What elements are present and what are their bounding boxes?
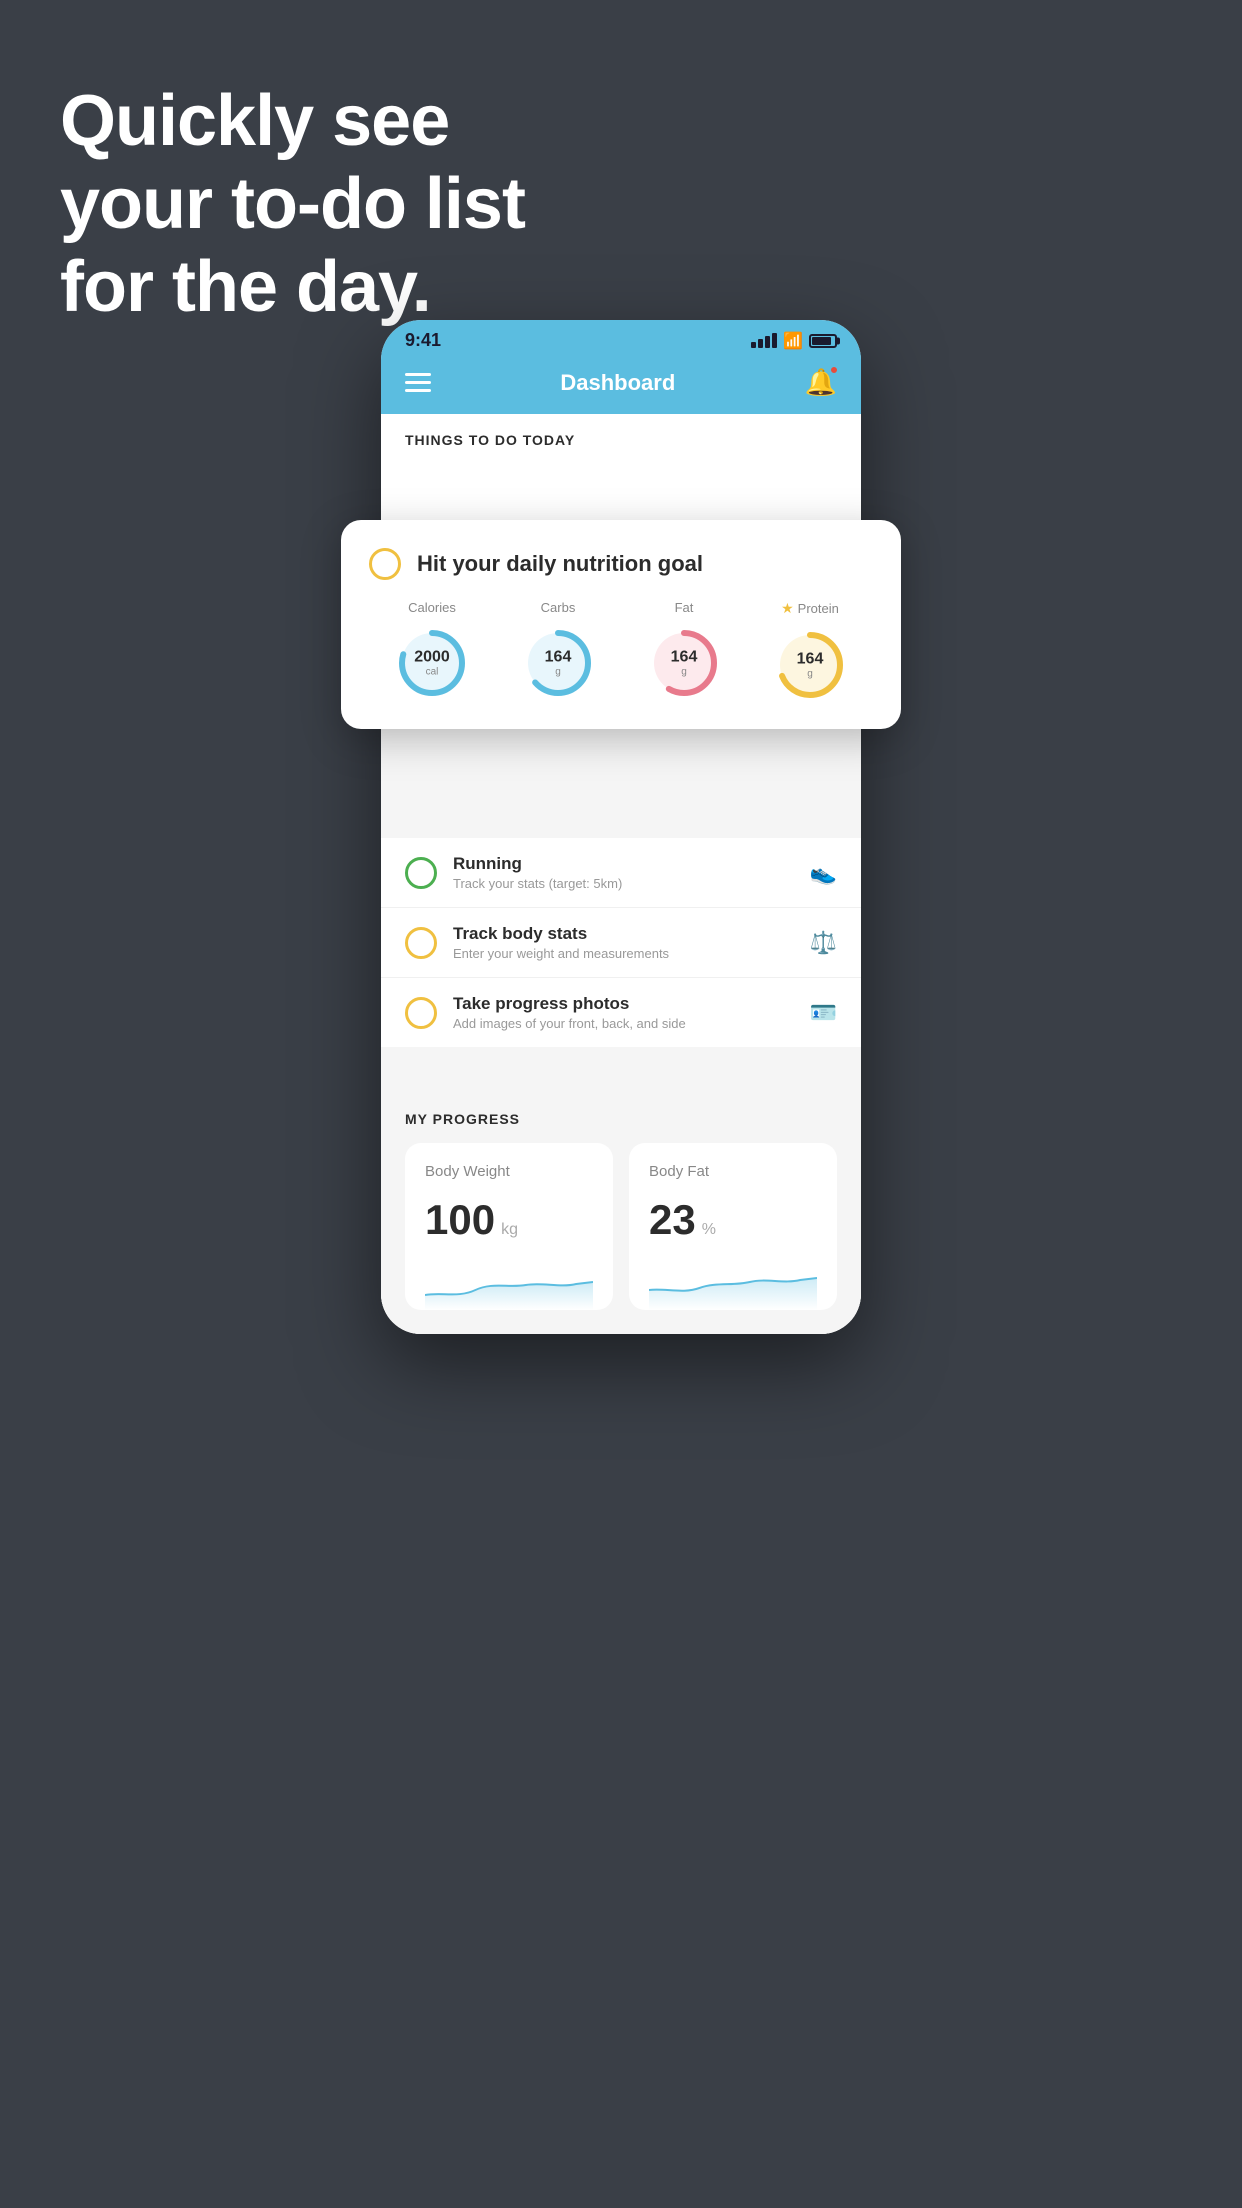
body-weight-title: Body Weight — [425, 1163, 593, 1180]
photo-icon: 🪪 — [810, 1000, 837, 1026]
running-icon: 👟 — [810, 860, 837, 886]
hero-line2: your to-do list — [60, 163, 525, 246]
fat-value: 164 — [671, 649, 698, 667]
calories-label: Calories — [408, 600, 456, 615]
protein-unit: g — [797, 668, 824, 679]
protein-label: ★ Protein — [781, 600, 839, 617]
nav-bar: Dashboard 🔔 — [381, 357, 861, 414]
body-weight-value: 100 — [425, 1196, 495, 1244]
menu-button[interactable] — [405, 373, 431, 392]
battery-icon — [809, 334, 837, 348]
todo-title-running: Running — [453, 854, 794, 874]
nutrition-card-title-row: Hit your daily nutrition goal — [369, 548, 873, 580]
body-fat-unit: % — [702, 1221, 716, 1239]
todo-content-body-stats: Track body stats Enter your weight and m… — [453, 924, 794, 961]
notification-badge — [829, 365, 839, 375]
progress-section: MY PROGRESS Body Weight 100 kg — [381, 1087, 861, 1334]
fat-ring: 164 g — [644, 623, 724, 703]
calories-value: 2000 — [414, 649, 450, 667]
carbs-label: Carbs — [541, 600, 576, 615]
status-icons: 📶 — [751, 331, 837, 351]
todo-title-body-stats: Track body stats — [453, 924, 794, 944]
todo-circle-body-stats — [405, 927, 437, 959]
things-to-do-header: THINGS TO DO TODAY — [381, 414, 861, 458]
todo-subtitle-photos: Add images of your front, back, and side — [453, 1016, 794, 1031]
todo-item-body-stats[interactable]: Track body stats Enter your weight and m… — [381, 908, 861, 978]
body-fat-card[interactable]: Body Fat 23 % — [629, 1143, 837, 1310]
nutrition-card: Hit your daily nutrition goal Calories 2… — [341, 520, 901, 729]
carbs-unit: g — [545, 666, 572, 677]
body-weight-card[interactable]: Body Weight 100 kg — [405, 1143, 613, 1310]
carbs-value: 164 — [545, 649, 572, 667]
wifi-icon: 📶 — [783, 331, 803, 351]
todo-list: Running Track your stats (target: 5km) 👟… — [381, 838, 861, 1047]
body-weight-chart — [425, 1260, 593, 1310]
progress-header: MY PROGRESS — [405, 1111, 837, 1127]
todo-content-running: Running Track your stats (target: 5km) — [453, 854, 794, 891]
hero-line1: Quickly see — [60, 80, 525, 163]
nutrition-calories: Calories 2000 cal — [392, 600, 472, 703]
todo-circle-photos — [405, 997, 437, 1029]
hero-line3: for the day. — [60, 246, 525, 329]
scale-icon: ⚖️ — [810, 930, 837, 956]
body-weight-unit: kg — [501, 1221, 518, 1239]
nutrition-protein: ★ Protein 164 g — [770, 600, 850, 705]
todo-subtitle-running: Track your stats (target: 5km) — [453, 876, 794, 891]
todo-content-photos: Take progress photos Add images of your … — [453, 994, 794, 1031]
todo-title-photos: Take progress photos — [453, 994, 794, 1014]
protein-ring: 164 g — [770, 625, 850, 705]
todo-circle-running — [405, 857, 437, 889]
body-weight-value-row: 100 kg — [425, 1196, 593, 1244]
nutrition-circle — [369, 548, 401, 580]
calories-unit: cal — [414, 666, 450, 677]
calories-ring: 2000 cal — [392, 623, 472, 703]
calories-center: 2000 cal — [414, 649, 450, 678]
body-fat-chart — [649, 1260, 817, 1310]
notification-button[interactable]: 🔔 — [805, 367, 837, 398]
nutrition-fat: Fat 164 g — [644, 600, 724, 703]
star-icon: ★ — [781, 600, 794, 617]
nutrition-row: Calories 2000 cal Carbs — [369, 600, 873, 705]
fat-unit: g — [671, 666, 698, 677]
nutrition-card-title: Hit your daily nutrition goal — [417, 551, 703, 577]
carbs-center: 164 g — [545, 649, 572, 678]
signal-icon — [751, 333, 777, 348]
status-time: 9:41 — [405, 330, 441, 351]
progress-cards: Body Weight 100 kg — [405, 1143, 837, 1334]
body-fat-value-row: 23 % — [649, 1196, 817, 1244]
todo-subtitle-body-stats: Enter your weight and measurements — [453, 946, 794, 961]
fat-center: 164 g — [671, 649, 698, 678]
hero-text: Quickly see your to-do list for the day. — [60, 80, 525, 328]
protein-center: 164 g — [797, 651, 824, 680]
nutrition-carbs: Carbs 164 g — [518, 600, 598, 703]
carbs-ring: 164 g — [518, 623, 598, 703]
fat-label: Fat — [675, 600, 694, 615]
body-fat-value: 23 — [649, 1196, 696, 1244]
todo-item-running[interactable]: Running Track your stats (target: 5km) 👟 — [381, 838, 861, 908]
todo-item-photos[interactable]: Take progress photos Add images of your … — [381, 978, 861, 1047]
protein-value: 164 — [797, 651, 824, 669]
nav-title: Dashboard — [560, 370, 675, 396]
body-fat-title: Body Fat — [649, 1163, 817, 1180]
status-bar: 9:41 📶 — [381, 320, 861, 357]
phone-mockup: 9:41 📶 Dashboard 🔔 THINGS TO DO TOD — [381, 320, 861, 1334]
